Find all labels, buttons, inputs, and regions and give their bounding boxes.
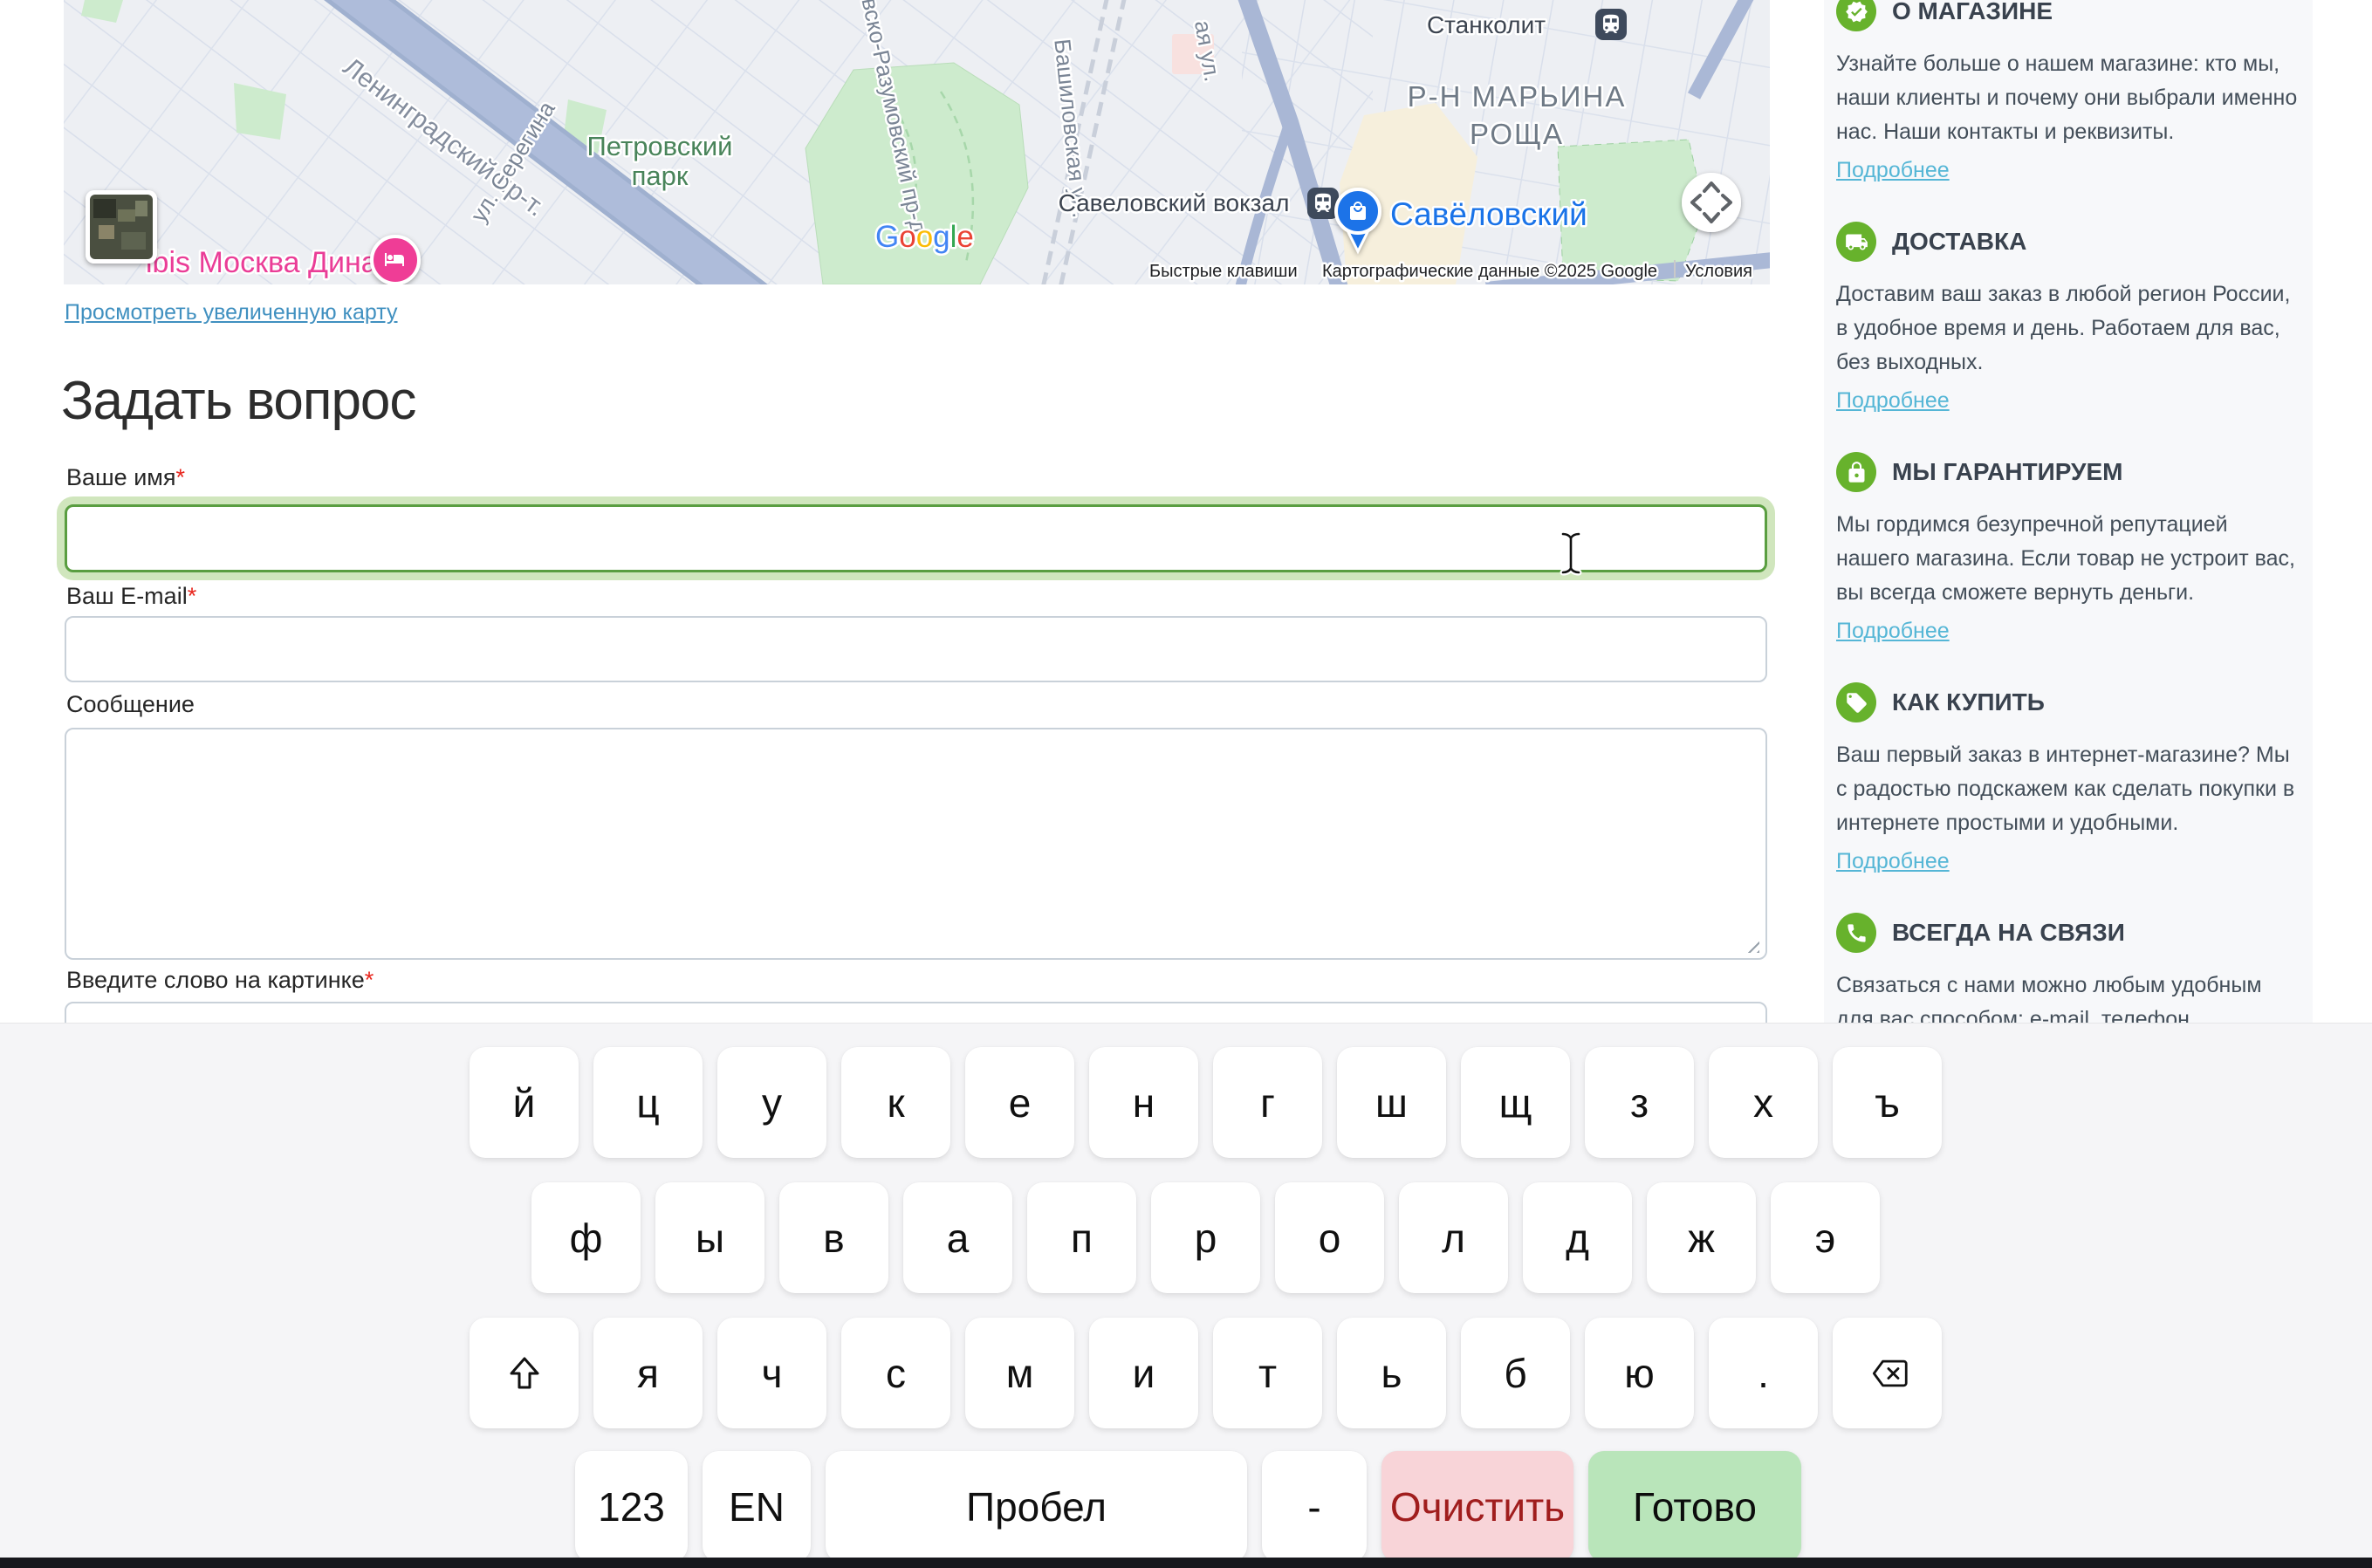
language-key[interactable]: EN	[703, 1451, 811, 1562]
key-у[interactable]: у	[717, 1047, 826, 1158]
key-л[interactable]: л	[1399, 1182, 1508, 1293]
key-ш[interactable]: ш	[1337, 1047, 1446, 1158]
hotel-pin-icon[interactable]	[372, 236, 419, 284]
key-т[interactable]: т	[1213, 1318, 1322, 1428]
sidebar-section: О МАГАЗИНЕ Узнайте больше о нашем магазин…	[1836, 0, 2300, 183]
required-mark: *	[175, 464, 185, 490]
key-п[interactable]: п	[1027, 1182, 1136, 1293]
train-station-icon	[1307, 188, 1339, 219]
map-pan-control[interactable]	[1682, 173, 1741, 232]
name-label: Ваше имя*	[66, 464, 185, 491]
message-label: Сообщение	[66, 691, 195, 718]
train-station-icon	[1595, 9, 1627, 40]
sidebar-section-title: КАК КУПИТЬ	[1892, 688, 2045, 716]
key-й[interactable]: й	[470, 1047, 579, 1158]
dash-key[interactable]: -	[1262, 1451, 1367, 1562]
key-я[interactable]: я	[593, 1318, 703, 1428]
key-в[interactable]: в	[779, 1182, 888, 1293]
phone-icon	[1836, 913, 1876, 953]
sidebar-section-text: Узнайте больше о нашем магазине: кто мы,…	[1836, 47, 2300, 149]
required-mark: *	[365, 967, 374, 993]
key-ж[interactable]: ж	[1647, 1182, 1756, 1293]
bottom-bar	[0, 1558, 2372, 1568]
key-м[interactable]: м	[965, 1318, 1074, 1428]
park-label: Петровский	[587, 131, 733, 161]
sidebar-section-text: Ваш первый заказ в интернет-магазине? Мы…	[1836, 738, 2300, 840]
poi-label[interactable]: Савёловский	[1390, 196, 1587, 232]
lock-icon	[1836, 452, 1876, 492]
key-д[interactable]: д	[1523, 1182, 1632, 1293]
key-р[interactable]: р	[1151, 1182, 1260, 1293]
key-ы[interactable]: ы	[655, 1182, 764, 1293]
district-label: РОЩА	[1470, 118, 1564, 150]
station-label: Станколит	[1427, 11, 1546, 38]
google-map[interactable]: Ленинградский пр-т. ул. Серегина ровско-…	[64, 0, 1770, 284]
price-tag-icon	[1836, 682, 1876, 722]
key-г[interactable]: г	[1213, 1047, 1322, 1158]
key-ц[interactable]: ц	[593, 1047, 703, 1158]
key-е[interactable]: е	[965, 1047, 1074, 1158]
sidebar-more-link[interactable]: Подробнее	[1836, 849, 1950, 873]
park-label: парк	[632, 161, 689, 191]
email-field[interactable]	[65, 616, 1767, 682]
sidebar-section-title: О МАГАЗИНЕ	[1892, 0, 2053, 25]
key-а[interactable]: а	[903, 1182, 1012, 1293]
sidebar-more-link[interactable]: Подробнее	[1836, 619, 1950, 643]
sidebar-section-title: МЫ ГАРАНТИРУЕМ	[1892, 458, 2122, 486]
key-ф[interactable]: ф	[531, 1182, 641, 1293]
key-з[interactable]: з	[1585, 1047, 1694, 1158]
key-к[interactable]: к	[841, 1047, 950, 1158]
clear-key[interactable]: Очистить	[1381, 1451, 1573, 1562]
sidebar-more-link[interactable]: Подробнее	[1836, 158, 1950, 182]
key-ч[interactable]: ч	[717, 1318, 826, 1428]
page-title: Задать вопрос	[61, 370, 415, 432]
space-key[interactable]: Пробел	[826, 1451, 1247, 1562]
key-и[interactable]: и	[1089, 1318, 1198, 1428]
station-label: Савеловский вокзал	[1059, 189, 1290, 216]
shift-key[interactable]	[470, 1318, 579, 1428]
district-label: Р-Н МАРЬИНА	[1408, 80, 1627, 113]
badge-check-icon	[1836, 0, 1876, 31]
sidebar-section-text: Мы гордимся безупречной репутацией нашег…	[1836, 508, 2300, 610]
map-shortcuts-link[interactable]: Быстрые клавиши	[1149, 262, 1298, 281]
virtual-keyboard: йцукенгшщзхъфывапролджэячсмитьбю.123ENПр…	[0, 1023, 2372, 1558]
done-key[interactable]: Готово	[1588, 1451, 1801, 1562]
name-input[interactable]	[65, 504, 1767, 572]
satellite-view-toggle[interactable]	[86, 190, 157, 264]
sidebar-section-title: ДОСТАВКА	[1892, 228, 2026, 256]
backspace-key[interactable]	[1833, 1318, 1942, 1428]
key-о[interactable]: о	[1275, 1182, 1384, 1293]
view-larger-map-link[interactable]: Просмотреть увеличенную карту	[65, 300, 398, 325]
email-label: Ваш E-mail*	[66, 583, 196, 610]
key-щ[interactable]: щ	[1461, 1047, 1570, 1158]
key-н[interactable]: н	[1089, 1047, 1198, 1158]
map-data-notice: Картографические данные ©2025 Google	[1322, 262, 1657, 281]
sidebar-section: КАК КУПИТЬ Ваш первый заказ в интернет-ма…	[1836, 682, 2300, 874]
truck-icon	[1836, 222, 1876, 262]
sidebar-section: ДОСТАВКА Доставим ваш заказ в любой регио…	[1836, 222, 2300, 414]
key-ю[interactable]: ю	[1585, 1318, 1694, 1428]
message-textarea[interactable]	[65, 728, 1767, 960]
sidebar-section-title: ВСЕГДА НА СВЯЗИ	[1892, 919, 2125, 947]
sidebar-section: МЫ ГАРАНТИРУЕМ Мы гордимся безупречной ре…	[1836, 452, 2300, 644]
captcha-label: Введите слово на картинке*	[66, 967, 374, 994]
map-terms-link[interactable]: Условия	[1685, 262, 1752, 281]
key-б[interactable]: б	[1461, 1318, 1570, 1428]
key-ъ[interactable]: ъ	[1833, 1047, 1942, 1158]
sidebar-section: ВСЕГДА НА СВЯЗИСвязаться с нами можно лю…	[1836, 913, 2300, 1037]
google-logo: Google	[875, 220, 974, 254]
key-э[interactable]: э	[1771, 1182, 1880, 1293]
required-mark: *	[188, 583, 197, 609]
key-.[interactable]: .	[1709, 1318, 1818, 1428]
sidebar-section-text: Доставим ваш заказ в любой регион России…	[1836, 277, 2300, 380]
key-с[interactable]: с	[841, 1318, 950, 1428]
info-sidebar: О МАГАЗИНЕ Узнайте больше о нашем магазин…	[1824, 0, 2313, 1038]
key-х[interactable]: х	[1709, 1047, 1818, 1158]
key-ь[interactable]: ь	[1337, 1318, 1446, 1428]
numbers-key[interactable]: 123	[575, 1451, 688, 1562]
sidebar-more-link[interactable]: Подробнее	[1836, 388, 1950, 413]
